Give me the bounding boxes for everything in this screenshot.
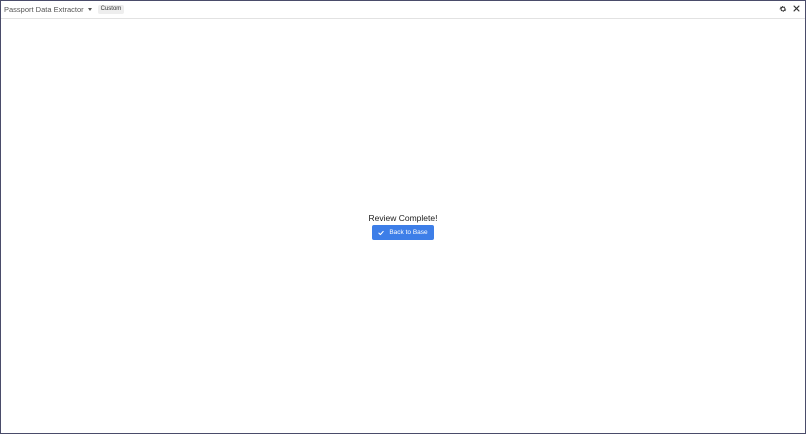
close-icon[interactable] [792,4,801,13]
app-selector[interactable]: Passport Data Extractor [4,5,92,14]
review-complete-panel: Review Complete! Back to Base [1,213,805,240]
main-content: Review Complete! Back to Base [1,19,805,433]
title-actions [778,4,801,13]
back-to-base-label: Back to Base [389,229,428,236]
gear-icon[interactable] [778,4,787,13]
chevron-down-icon[interactable] [87,8,92,11]
check-icon [378,230,385,236]
mode-badge: Custom [97,5,125,14]
status-text: Review Complete! [368,213,438,223]
app-window: Passport Data Extractor Custom Review Co… [0,0,806,434]
app-name: Passport Data Extractor [4,5,84,14]
back-to-base-button[interactable]: Back to Base [372,225,434,240]
title-bar: Passport Data Extractor Custom [1,1,805,19]
